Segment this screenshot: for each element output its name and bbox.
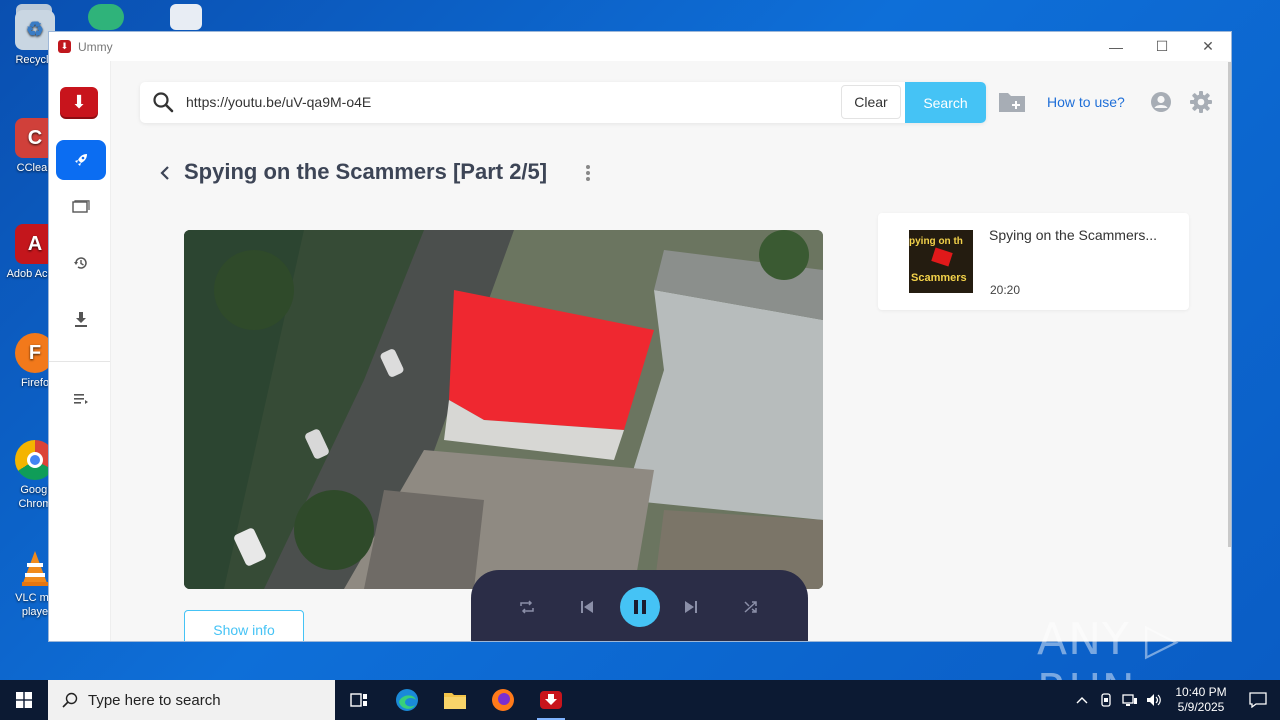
tray-device-icon[interactable] <box>1094 693 1118 707</box>
video-frame-image <box>184 230 823 589</box>
desktop-icon-label: Googl Chrom <box>18 484 52 510</box>
player-controls <box>471 570 808 641</box>
minimize-button[interactable]: — <box>1093 32 1139 61</box>
next-button[interactable] <box>676 592 706 622</box>
shuffle-icon <box>744 601 757 613</box>
notification-button[interactable] <box>1236 692 1280 708</box>
sidebar-divider <box>49 361 110 362</box>
clock-time: 10:40 PM <box>1175 685 1227 699</box>
previous-button[interactable] <box>572 592 602 622</box>
playlist-item-duration: 20:20 <box>990 283 1021 297</box>
tray-overflow-chevron-icon[interactable] <box>1070 696 1094 704</box>
sidebar-item-downloads[interactable] <box>56 299 106 339</box>
task-view-icon <box>350 693 367 707</box>
desktop-icon-label: Firefo <box>20 377 50 389</box>
sidebar-item-library[interactable] <box>56 187 106 227</box>
thumbnail-text: pying on th <box>909 236 963 247</box>
title-bar: ⬇ Ummy — ☐ ✕ <box>49 32 1231 61</box>
taskbar-file-explorer[interactable] <box>431 680 479 720</box>
url-input[interactable] <box>186 90 826 114</box>
shuffle-button[interactable] <box>736 592 766 622</box>
how-to-use-link[interactable]: How to use? <box>1047 94 1125 110</box>
repeat-button[interactable] <box>512 592 542 622</box>
taskbar-search[interactable]: Type here to search <box>48 680 335 720</box>
taskbar-firefox[interactable] <box>479 680 527 720</box>
desktop-icon-partial-2[interactable] <box>88 4 124 30</box>
taskbar: Type here to search 10:40 PM 5/9/2025 <box>0 680 1280 720</box>
download-icon <box>75 312 87 327</box>
history-icon <box>74 257 87 269</box>
skip-previous-icon <box>581 601 593 613</box>
playlist-item-title: Spying on the Scammers... <box>989 227 1158 243</box>
sidebar: ⬇ <box>49 61 111 641</box>
back-chevron-icon[interactable] <box>157 162 173 184</box>
sidebar-item-rocket[interactable] <box>56 140 106 180</box>
add-folder-icon[interactable] <box>998 90 1026 114</box>
clock-date: 5/9/2025 <box>1177 700 1225 714</box>
video-player[interactable] <box>184 230 823 589</box>
rocket-icon <box>75 154 87 166</box>
gear-icon[interactable] <box>1189 90 1213 114</box>
show-info-button[interactable]: Show info <box>184 610 304 641</box>
network-icon[interactable] <box>1118 693 1142 707</box>
sidebar-item-queue[interactable] <box>56 379 106 419</box>
queue-list-icon <box>74 394 88 404</box>
search-icon <box>62 692 78 708</box>
folders-icon <box>72 200 90 213</box>
search-bar: Clear Search <box>140 82 986 123</box>
repeat-icon <box>520 600 534 614</box>
pause-icon <box>634 600 646 614</box>
ummy-window: ⬇ Ummy — ☐ ✕ ⬇ Clear Search Ho <box>48 31 1232 642</box>
sidebar-item-history[interactable] <box>56 243 106 283</box>
video-title: Spying on the Scammers [Part 2/5] <box>184 159 548 184</box>
ummy-download-logo-icon[interactable]: ⬇ <box>60 87 98 117</box>
more-vertical-icon[interactable] <box>582 162 594 184</box>
taskbar-edge[interactable] <box>383 680 431 720</box>
maximize-button[interactable]: ☐ <box>1139 32 1185 61</box>
firefox-icon <box>492 689 514 711</box>
ummy-logo-icon: ⬇ <box>58 40 71 53</box>
taskbar-search-placeholder: Type here to search <box>88 691 221 709</box>
folder-icon <box>444 693 466 709</box>
window-controls: — ☐ ✕ <box>1093 32 1231 61</box>
scrollbar[interactable] <box>1228 62 1231 547</box>
thumbnail-text: Scammers <box>911 272 967 284</box>
window-title: Ummy <box>78 39 113 54</box>
close-button[interactable]: ✕ <box>1185 32 1231 61</box>
taskbar-ummy[interactable] <box>527 680 575 720</box>
edge-icon <box>396 689 418 711</box>
clear-button[interactable]: Clear <box>841 85 901 119</box>
windows-icon <box>16 692 32 708</box>
skip-next-icon <box>685 601 697 613</box>
start-button[interactable] <box>0 680 48 720</box>
system-tray: 10:40 PM 5/9/2025 <box>1070 680 1280 720</box>
search-icon <box>153 92 174 113</box>
playlist-item[interactable]: pying on th Scammers Spying on the Scamm… <box>878 213 1189 310</box>
taskbar-clock[interactable]: 10:40 PM 5/9/2025 <box>1166 685 1236 715</box>
task-view-button[interactable] <box>335 680 383 720</box>
thumbnail-shape <box>931 247 953 267</box>
search-button[interactable]: Search <box>905 82 986 123</box>
video-thumbnail: pying on th Scammers <box>909 230 973 293</box>
pause-button[interactable] <box>620 587 660 627</box>
ummy-icon <box>540 691 562 709</box>
notification-icon <box>1249 692 1267 708</box>
desktop-icon-partial-3[interactable] <box>170 4 202 30</box>
volume-icon[interactable] <box>1142 693 1166 707</box>
account-icon[interactable] <box>1149 90 1173 114</box>
